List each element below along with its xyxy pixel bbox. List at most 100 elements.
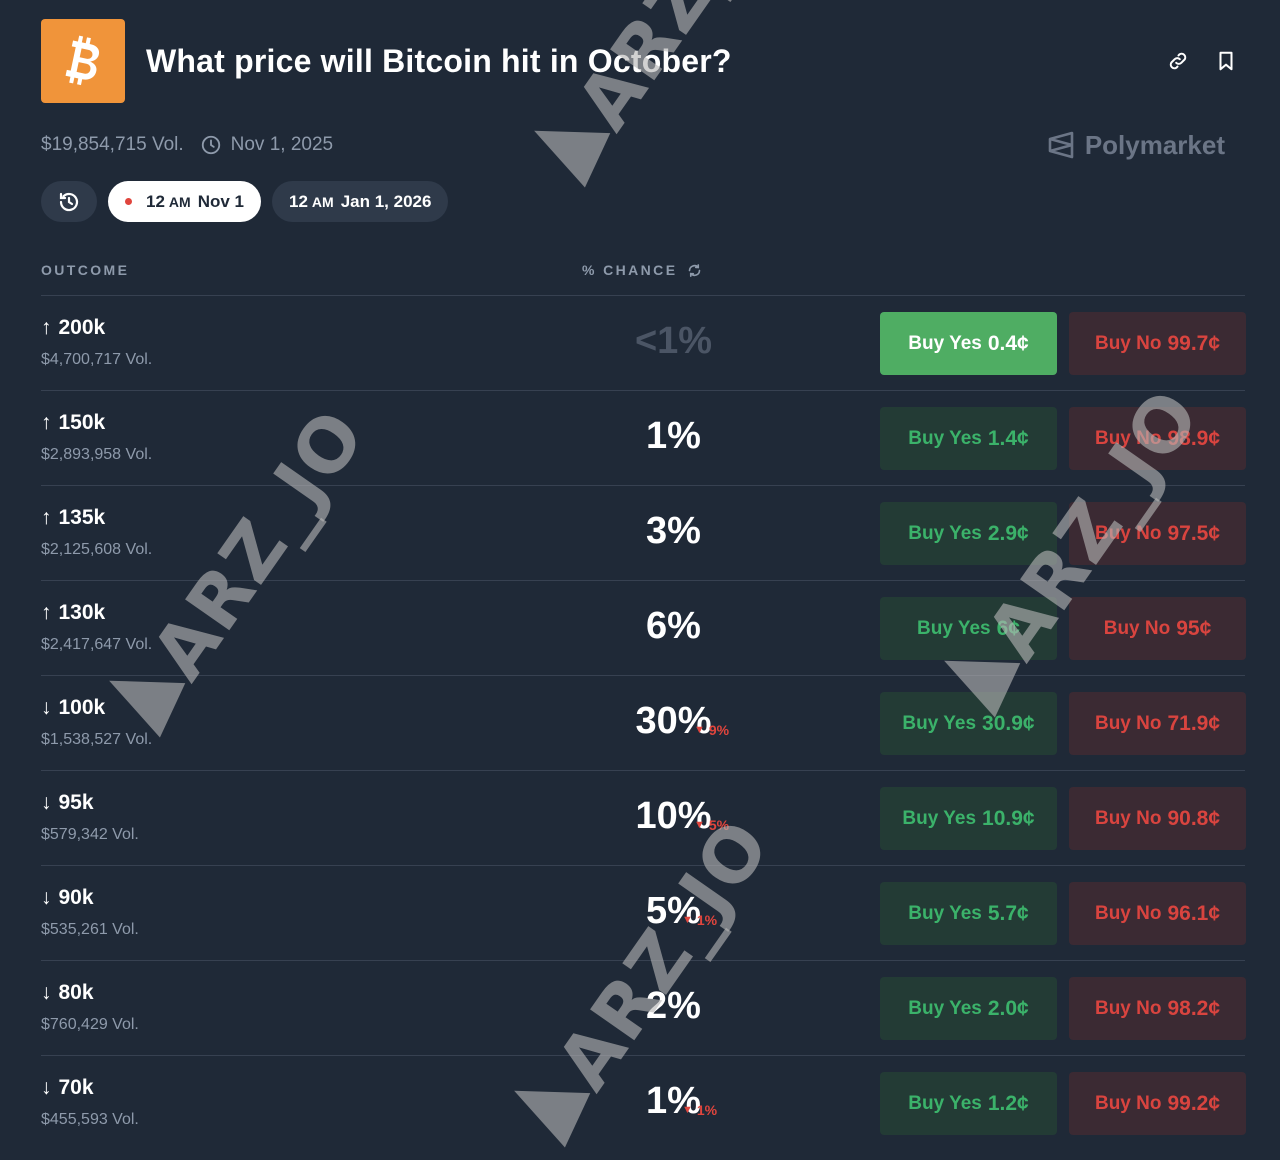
polymarket-brand[interactable]: Polymarket	[1047, 130, 1245, 161]
down-triangle-icon: ▼	[682, 914, 693, 926]
buy-yes-label: Buy Yes	[908, 1092, 982, 1114]
buy-no-label: Buy No	[1094, 997, 1162, 1019]
buy-no-label: Buy No	[1094, 522, 1162, 544]
outcome-row[interactable]: ↑ 130k $2,417,647 Vol. 6% Buy Yes 6¢ Buy No 95¢	[41, 580, 1246, 675]
buy-yes-button[interactable]: Buy Yes 30.9¢	[880, 692, 1057, 755]
buy-no-label: Buy No	[1094, 807, 1162, 829]
buy-no-button[interactable]: Buy No 95¢	[1069, 597, 1246, 660]
bitcoin-logo	[41, 19, 125, 103]
outcome-row[interactable]: ↓ 100k $1,538,527 Vol. 30% ▼ 9% Buy Yes 30.9¢ Bu…	[41, 675, 1246, 770]
link-icon[interactable]	[1167, 50, 1189, 72]
outcome-row[interactable]: ↑ 150k $2,893,958 Vol. 1% Buy Yes 1.4¢ Buy No 9…	[41, 390, 1246, 485]
outcome-label: ↑ 135k	[41, 506, 105, 530]
buy-yes-label: Buy Yes	[908, 997, 982, 1019]
chip-time: 12	[146, 191, 165, 211]
outcome-label: ↑ 200k	[41, 316, 105, 340]
buy-no-button[interactable]: Buy No 99.7¢	[1069, 312, 1246, 375]
direction-arrow-icon: ↓	[41, 1076, 52, 1099]
buy-no-button[interactable]: Buy No 71.9¢	[1069, 692, 1246, 755]
outcome-name: 70k	[58, 1076, 94, 1099]
outcome-name: 135k	[58, 506, 106, 529]
buy-no-button[interactable]: Buy No 98.2¢	[1069, 977, 1246, 1040]
total-volume: $19,854,715 Vol.	[41, 134, 184, 155]
outcome-volume: $579,342 Vol.	[41, 826, 139, 843]
outcome-row[interactable]: ↑ 135k $2,125,608 Vol. 3% Buy Yes 2.9¢ Buy No 9…	[41, 485, 1246, 580]
bookmark-icon[interactable]	[1215, 50, 1237, 72]
outcome-volume: $4,700,717 Vol.	[41, 351, 153, 368]
buy-no-price: 96.1¢	[1167, 901, 1221, 925]
down-triangle-icon: ▼	[694, 724, 705, 736]
page-title: What price will Bitcoin hit in October?	[146, 42, 732, 79]
buy-yes-button[interactable]: Buy Yes 2.0¢	[880, 977, 1057, 1040]
buy-no-price: 99.7¢	[1167, 331, 1221, 355]
market-meta: $19,854,715 Vol. Nov 1, 2025 Polymarket	[41, 130, 1245, 160]
date-chip-nov-1[interactable]: 12 AM Nov 1	[108, 181, 261, 222]
outcome-row[interactable]: ↑ 200k $4,700,717 Vol. <1% Buy Yes 0.4¢ Buy No…	[41, 295, 1246, 390]
buy-yes-price: 10.9¢	[982, 806, 1035, 830]
outcome-name: 200k	[58, 316, 106, 339]
chip-ampm: AM	[168, 193, 191, 210]
outcome-row[interactable]: ↓ 95k $579,342 Vol. 10% ▼ 5% Buy Yes 10.9¢ Buy N…	[41, 770, 1246, 865]
outcome-label: ↓ 100k	[41, 696, 105, 720]
buy-no-button[interactable]: Buy No 99.2¢	[1069, 1072, 1246, 1135]
outcome-label: ↓ 70k	[41, 1076, 94, 1100]
outcome-label: ↓ 80k	[41, 981, 94, 1005]
outcome-chance: 6%	[646, 605, 701, 647]
direction-arrow-icon: ↓	[41, 696, 52, 719]
direction-arrow-icon: ↑	[41, 316, 52, 339]
buy-no-label: Buy No	[1094, 902, 1162, 924]
outcome-row[interactable]: ↓ 90k $535,261 Vol. 5% ▼ 1% Buy Yes 5.7¢ Buy No 9…	[41, 865, 1246, 960]
outcome-list: ↑ 200k $4,700,717 Vol. <1% Buy Yes 0.4¢ Buy No…	[41, 295, 1246, 1150]
outcome-name: 130k	[58, 601, 106, 624]
buy-yes-button[interactable]: Buy Yes 10.9¢	[880, 787, 1057, 850]
buy-yes-button[interactable]: Buy Yes 1.4¢	[880, 407, 1057, 470]
buy-no-button[interactable]: Buy No 97.5¢	[1069, 502, 1246, 565]
market-header: What price will Bitcoin hit in October?	[41, 19, 1245, 103]
history-icon	[59, 192, 79, 211]
refresh-icon[interactable]	[687, 263, 702, 278]
buy-no-label: Buy No	[1094, 712, 1162, 734]
buy-no-price: 97.5¢	[1167, 521, 1221, 545]
polymarket-logo-icon	[1048, 131, 1074, 159]
bitcoin-icon	[65, 35, 100, 86]
buy-yes-price: 0.4¢	[987, 331, 1029, 355]
chance-change: ▼ 9%	[694, 722, 730, 738]
clock-icon	[201, 135, 220, 155]
buy-yes-button[interactable]: Buy Yes 6¢	[880, 597, 1057, 660]
header-actions	[1167, 50, 1245, 72]
chance-change: ▼ 1%	[682, 912, 718, 928]
outcome-row[interactable]: ↓ 70k $455,593 Vol. 1% ▼ 1% Buy Yes 1.2¢ Buy No 9…	[41, 1055, 1246, 1150]
outcome-chance: 2%	[646, 985, 701, 1027]
outcome-chance: 5%	[646, 890, 701, 932]
buy-yes-button[interactable]: Buy Yes 0.4¢	[880, 312, 1057, 375]
outcome-name: 90k	[58, 886, 94, 909]
outcome-chance: 3%	[646, 510, 701, 552]
buy-yes-label: Buy Yes	[908, 902, 982, 924]
date-selector: 12 AM Nov 1 12 AM Jan 1, 2026	[41, 181, 449, 222]
buy-yes-price: 1.2¢	[987, 1091, 1029, 1115]
buy-yes-label: Buy Yes	[902, 807, 977, 829]
chip-ampm: AM	[311, 193, 334, 210]
buy-yes-label: Buy Yes	[908, 332, 982, 354]
buy-no-price: 71.9¢	[1167, 711, 1221, 735]
buy-yes-price: 2.0¢	[987, 996, 1029, 1020]
buy-yes-button[interactable]: Buy Yes 5.7¢	[880, 882, 1057, 945]
down-triangle-icon: ▼	[694, 819, 705, 831]
outcome-name: 150k	[58, 411, 106, 434]
outcome-volume: $2,125,608 Vol.	[41, 541, 153, 558]
table-header: OUTCOME % CHANCE	[41, 262, 1245, 282]
buy-yes-price: 6¢	[996, 616, 1020, 640]
buy-no-button[interactable]: Buy No 98.9¢	[1069, 407, 1246, 470]
buy-yes-button[interactable]: Buy Yes 1.2¢	[880, 1072, 1057, 1135]
history-button[interactable]	[41, 181, 97, 222]
buy-yes-button[interactable]: Buy Yes 2.9¢	[880, 502, 1057, 565]
buy-no-button[interactable]: Buy No 96.1¢	[1069, 882, 1246, 945]
date-chip-jan-1[interactable]: 12 AM Jan 1, 2026	[272, 181, 449, 222]
buy-no-button[interactable]: Buy No 90.8¢	[1069, 787, 1246, 850]
direction-arrow-icon: ↑	[41, 601, 52, 624]
buy-no-label: Buy No	[1094, 427, 1162, 449]
outcome-row[interactable]: ↓ 80k $760,429 Vol. 2% Buy Yes 2.0¢ Buy No 98.2…	[41, 960, 1246, 1055]
market-page: What price will Bitcoin hit in October? …	[0, 0, 1280, 1160]
buy-no-label: Buy No	[1094, 1092, 1162, 1114]
buy-yes-price: 5.7¢	[987, 901, 1029, 925]
